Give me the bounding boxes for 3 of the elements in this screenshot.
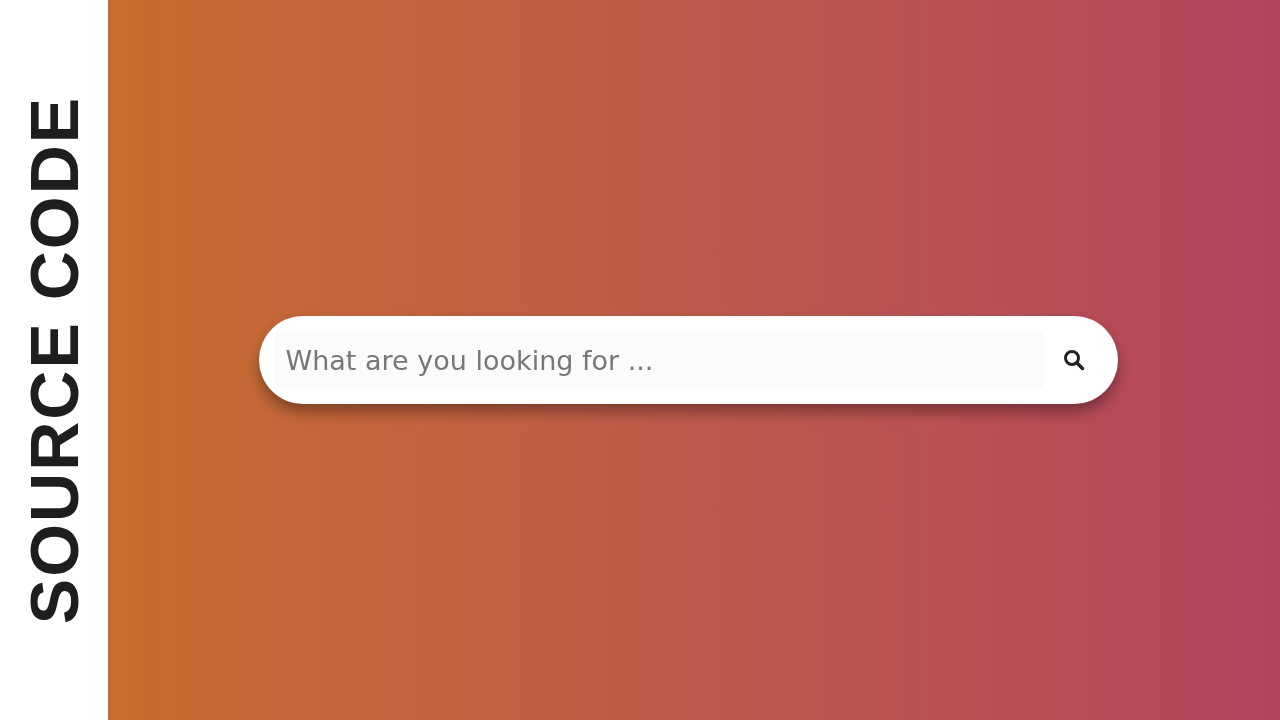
search-icon	[1062, 349, 1085, 371]
search-field[interactable]: What are you looking for ...	[273, 331, 1044, 389]
vertical-title: SOURCE CODE	[20, 95, 88, 625]
